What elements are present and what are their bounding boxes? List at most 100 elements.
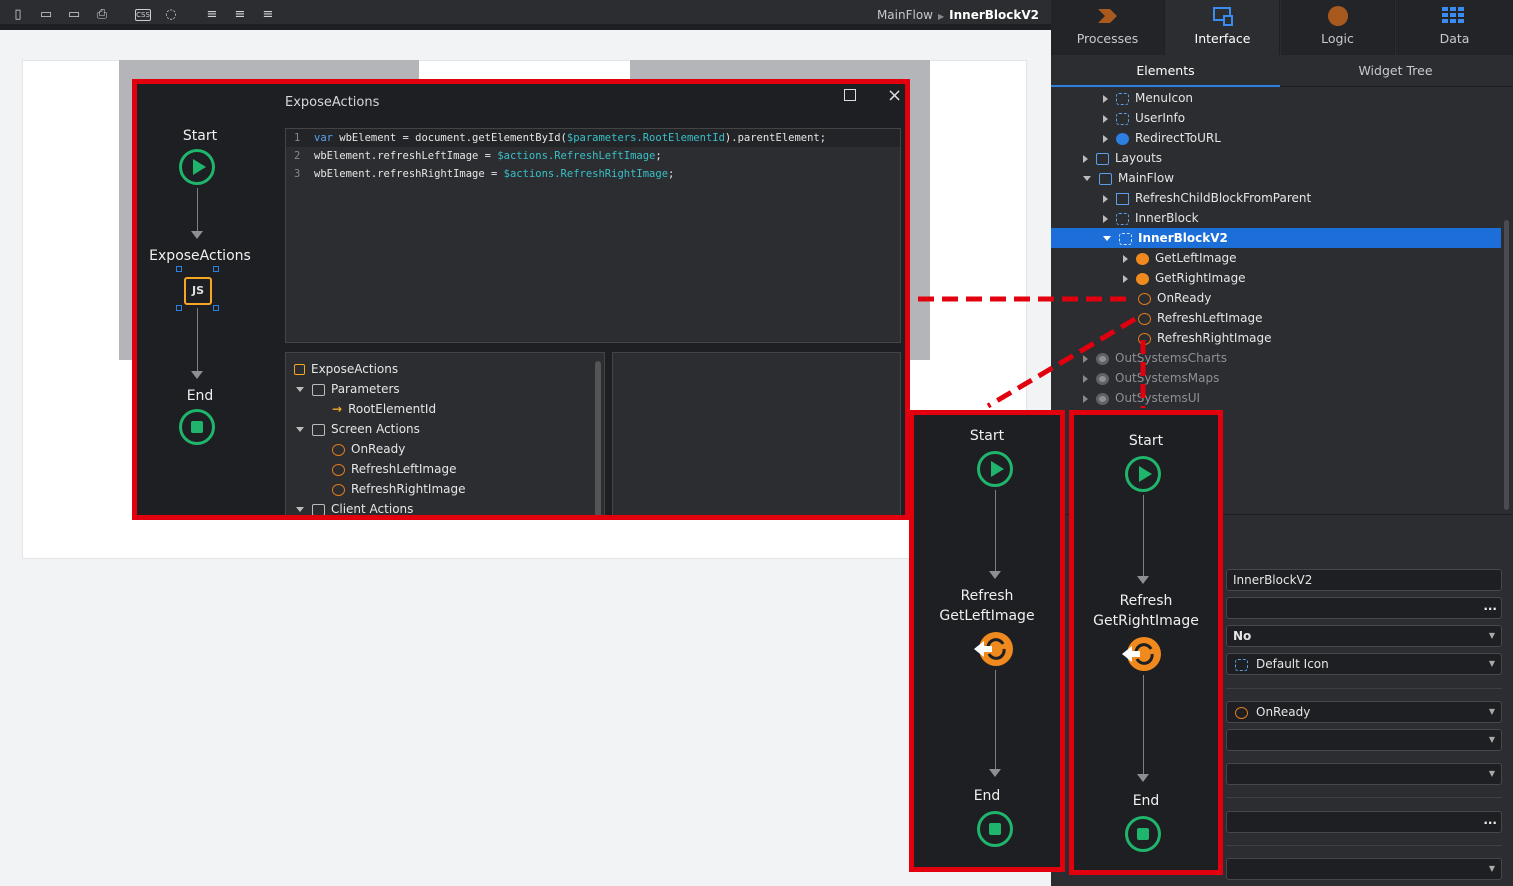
tree-item-outsystemsmaps[interactable]: OutSystemsMaps bbox=[1051, 368, 1501, 388]
chevron-right-icon[interactable] bbox=[1103, 194, 1108, 203]
chevron-right-icon[interactable] bbox=[1103, 114, 1108, 123]
tree-item-param[interactable]: → RootElementId bbox=[332, 399, 436, 419]
start-node-icon[interactable] bbox=[179, 149, 215, 185]
breadcrumb-parent[interactable]: MainFlow bbox=[877, 8, 933, 22]
tab-data[interactable]: Data bbox=[1396, 0, 1513, 55]
desktop-icon[interactable]: ▭ bbox=[66, 7, 82, 23]
action-flow: Start ExposeActions JS End bbox=[137, 84, 275, 515]
align-left-icon[interactable]: ≡ bbox=[204, 7, 220, 23]
align-right-icon[interactable]: ≡ bbox=[260, 7, 276, 23]
tree-item-action[interactable]: RefreshRightImage bbox=[332, 479, 466, 499]
tree-item-refreshrightimage[interactable]: RefreshRightImage bbox=[1051, 328, 1501, 348]
tablet-icon[interactable]: ▭ bbox=[38, 7, 54, 23]
public-select[interactable]: No ▼ bbox=[1226, 625, 1502, 647]
code-editor[interactable]: 1 var wbElement = document.getElementById… bbox=[285, 128, 901, 343]
chevron-down-icon[interactable] bbox=[1083, 176, 1091, 181]
chevron-right-icon[interactable] bbox=[1083, 354, 1088, 363]
selection-handle[interactable] bbox=[213, 266, 219, 272]
flow-connector bbox=[995, 490, 996, 572]
phone-icon[interactable]: ▯ bbox=[10, 7, 26, 23]
scrollbar[interactable] bbox=[595, 361, 601, 515]
tab-processes[interactable]: Processes bbox=[1051, 0, 1165, 55]
chevron-right-icon[interactable] bbox=[1123, 274, 1128, 283]
on-ready-select[interactable]: OnReady ▼ bbox=[1226, 701, 1502, 723]
tree-item-refreshleftimage[interactable]: RefreshLeftImage bbox=[1051, 308, 1501, 328]
tree-item-screen-actions[interactable]: Screen Actions bbox=[296, 419, 420, 439]
maximize-icon[interactable] bbox=[844, 89, 856, 101]
tab-logic[interactable]: Logic bbox=[1281, 0, 1395, 55]
tree-item-redirecttourl[interactable]: RedirectToURL bbox=[1051, 128, 1501, 148]
chevron-right-icon[interactable] bbox=[1083, 374, 1088, 383]
description-field[interactable]: ... bbox=[1226, 597, 1502, 619]
tree-item-getrightimage[interactable]: GetRightImage bbox=[1051, 268, 1501, 288]
code-line[interactable]: 1 var wbElement = document.getElementById… bbox=[286, 129, 900, 147]
flow-node-label: ExposeActions bbox=[149, 248, 251, 264]
last-select[interactable]: ▼ bbox=[1226, 858, 1502, 880]
selection-handle[interactable] bbox=[176, 305, 182, 311]
tree-item-userinfo[interactable]: UserInfo bbox=[1051, 108, 1501, 128]
tree-item-mainflow[interactable]: MainFlow bbox=[1051, 168, 1501, 188]
chevron-down-icon[interactable] bbox=[296, 387, 304, 392]
tab-interface[interactable]: Interface bbox=[1166, 0, 1280, 55]
chevron-down-icon[interactable] bbox=[296, 507, 304, 512]
chevron-right-icon[interactable] bbox=[1083, 394, 1088, 403]
tab-elements[interactable]: Elements bbox=[1051, 55, 1280, 87]
chevron-down-icon[interactable] bbox=[1103, 236, 1111, 241]
tree-item-menuicon[interactable]: MenuIcon bbox=[1051, 88, 1501, 108]
tree-item-onready[interactable]: OnReady bbox=[1051, 288, 1501, 308]
on-after-fetch-select[interactable]: ▼ bbox=[1226, 763, 1502, 785]
more-icon[interactable]: ... bbox=[1483, 810, 1497, 830]
align-center-icon[interactable]: ≡ bbox=[232, 7, 248, 23]
refresh-data-icon[interactable] bbox=[974, 631, 1014, 667]
extra-field[interactable]: ... bbox=[1226, 811, 1502, 833]
tree-item-parameters[interactable]: Parameters bbox=[296, 379, 400, 399]
arrow-down-icon bbox=[1137, 774, 1149, 782]
breadcrumb: MainFlow ▶ InnerBlockV2 bbox=[877, 8, 1039, 22]
end-node-icon[interactable] bbox=[977, 811, 1013, 847]
flow-action-label-line2: GetRightImage bbox=[1093, 613, 1199, 629]
css-icon[interactable]: CSS bbox=[135, 9, 151, 21]
close-icon[interactable]: × bbox=[887, 85, 902, 106]
scrollbar[interactable] bbox=[1504, 220, 1509, 510]
tree-item-label: GetLeftImage bbox=[1155, 251, 1237, 265]
tree-item-refreshchildblock[interactable]: RefreshChildBlockFromParent bbox=[1051, 188, 1501, 208]
tree-item-action[interactable]: RefreshLeftImage bbox=[332, 459, 456, 479]
tree-item-label: RefreshLeftImage bbox=[1157, 311, 1263, 325]
chevron-right-icon[interactable] bbox=[1083, 154, 1088, 163]
end-node-icon[interactable] bbox=[179, 409, 215, 445]
chevron-right-icon[interactable] bbox=[1103, 214, 1108, 223]
start-node-icon[interactable] bbox=[1125, 456, 1161, 492]
end-node-icon[interactable] bbox=[1125, 816, 1161, 852]
selection-handle[interactable] bbox=[213, 305, 219, 311]
on-render-select[interactable]: ▼ bbox=[1226, 729, 1502, 751]
chevron-right-icon[interactable] bbox=[1123, 254, 1128, 263]
code-line[interactable]: 2 wbElement.refreshLeftImage = $actions.R… bbox=[286, 147, 900, 165]
tree-item-action[interactable]: OnReady bbox=[332, 439, 405, 459]
icon-select[interactable]: Default Icon ▼ bbox=[1226, 653, 1502, 675]
chevron-down-icon[interactable] bbox=[296, 427, 304, 432]
print-icon[interactable]: ⎙ bbox=[94, 7, 110, 23]
code-line[interactable]: 3 wbElement.refreshRightImage = $actions.… bbox=[286, 165, 900, 183]
flow-action-label-line1: Refresh bbox=[960, 588, 1014, 604]
tab-widget-tree[interactable]: Widget Tree bbox=[1281, 55, 1510, 87]
more-icon[interactable]: ... bbox=[1483, 596, 1497, 616]
flow-connector bbox=[197, 188, 198, 232]
refresh-data-icon[interactable] bbox=[1122, 636, 1162, 672]
tree-item-layouts[interactable]: Layouts bbox=[1051, 148, 1501, 168]
selection-handle[interactable] bbox=[176, 266, 182, 272]
tree-item-outsystemsui[interactable]: OutSystemsUI bbox=[1051, 388, 1501, 408]
theme-icon[interactable]: ◌ bbox=[163, 7, 179, 23]
javascript-node-icon[interactable]: JS bbox=[184, 277, 212, 305]
tree-item-innerblock[interactable]: InnerBlock bbox=[1051, 208, 1501, 228]
tree-item-root[interactable]: ExposeActions bbox=[294, 359, 398, 379]
start-node-icon[interactable] bbox=[977, 451, 1013, 487]
chevron-right-icon[interactable] bbox=[1103, 94, 1108, 103]
name-field[interactable]: InnerBlockV2 bbox=[1226, 569, 1502, 591]
tree-item-outsystemscharts[interactable]: OutSystemsCharts bbox=[1051, 348, 1501, 368]
tree-item-label: MenuIcon bbox=[1135, 91, 1194, 105]
field-value: OnReady bbox=[1256, 705, 1311, 719]
tree-item-getleftimage[interactable]: GetLeftImage bbox=[1051, 248, 1501, 268]
tree-item-innerblockv2[interactable]: InnerBlockV2 bbox=[1051, 228, 1501, 248]
tree-item-client-actions[interactable]: Client Actions bbox=[296, 499, 413, 515]
chevron-right-icon[interactable] bbox=[1103, 134, 1108, 143]
